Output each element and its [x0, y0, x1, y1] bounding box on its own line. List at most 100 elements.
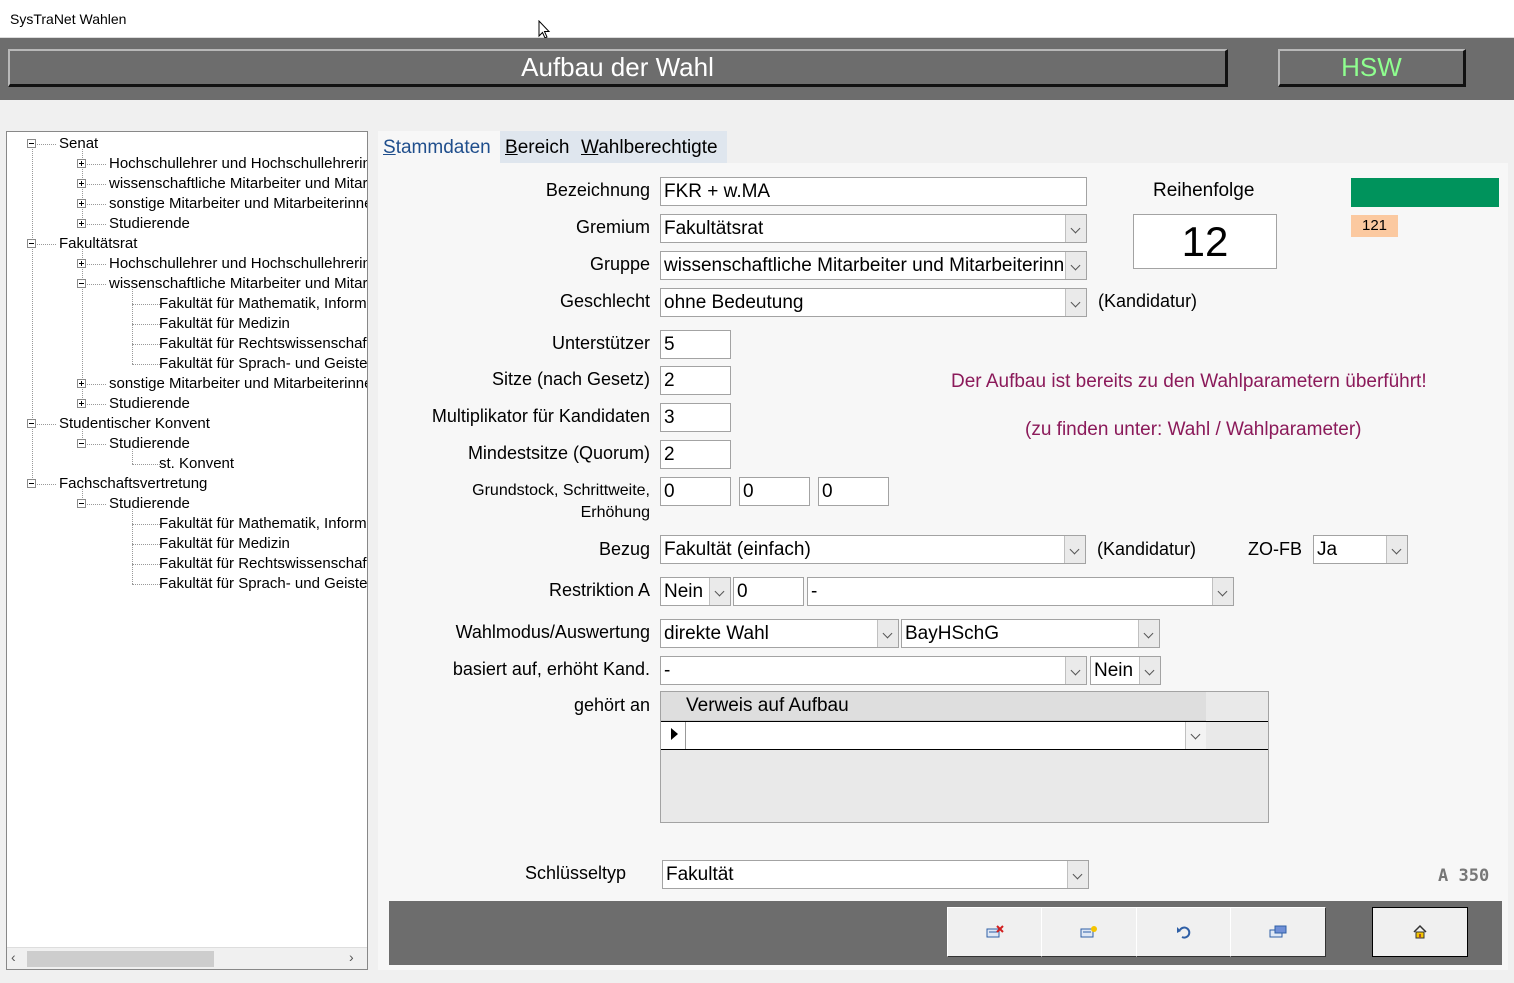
tree-expand-icon[interactable]	[77, 379, 86, 388]
new-record-button[interactable]	[1041, 907, 1137, 957]
tree-item[interactable]: Fakultät für Medizin	[159, 314, 290, 334]
tree-item[interactable]: Studierende	[109, 434, 190, 454]
chevron-down-icon[interactable]	[1386, 536, 1407, 563]
tree-item[interactable]: Fakultät für Medizin	[159, 534, 290, 554]
chevron-down-icon[interactable]	[709, 578, 730, 605]
tree-collapse-icon[interactable]	[77, 279, 86, 288]
tree-item[interactable]: Fakultät für Rechtswissenschaft	[159, 554, 367, 574]
scroll-right-icon[interactable]: ›	[349, 949, 354, 965]
chevron-down-icon[interactable]	[1065, 657, 1086, 684]
chevron-down-icon[interactable]	[1138, 620, 1159, 647]
tree-item[interactable]: Fakultät für Sprach- und Geisteswissensc…	[159, 574, 367, 594]
delete-record-button[interactable]	[947, 907, 1042, 957]
verweis-select[interactable]	[686, 722, 1206, 749]
scrollbar-thumb[interactable]	[27, 951, 214, 967]
window-titlebar: SysTraNet Wahlen	[0, 0, 1514, 39]
tree-item[interactable]: Senat	[59, 134, 98, 154]
geschlecht-select[interactable]: ohne Bedeutung	[660, 288, 1087, 317]
chevron-down-icon[interactable]	[877, 620, 898, 647]
tree-connector	[132, 364, 162, 365]
unterstuetzer-input[interactable]: 5	[660, 330, 731, 359]
tree-item[interactable]: Fachschaftsvertretung	[59, 474, 207, 494]
bezeichnung-input[interactable]: FKR + w.MA	[660, 177, 1087, 206]
tab-bereich[interactable]: Bereich	[500, 131, 576, 164]
mindestsitze-input[interactable]: 2	[660, 440, 731, 469]
status-badge: 121	[1351, 215, 1398, 237]
save-record-button[interactable]	[1230, 907, 1326, 957]
row-selector-icon[interactable]	[661, 722, 686, 749]
tree-item[interactable]: wissenschaftliche Mitarbeiter und Mitarb…	[109, 174, 367, 194]
bezeichnung-label: Bezeichnung	[545, 180, 650, 200]
tab-stammdaten[interactable]: Stammdaten	[378, 131, 500, 164]
tree-item[interactable]: Hochschullehrer und Hochschullehrerinnen	[109, 254, 367, 274]
tree-item[interactable]: wissenschaftliche Mitarbeiter und Mitarb…	[109, 274, 367, 294]
gruppe-select[interactable]: wissenschaftliche Mitarbeiter und Mitarb…	[660, 251, 1087, 280]
chevron-down-icon[interactable]	[1139, 657, 1160, 684]
tree-collapse-icon[interactable]	[77, 499, 86, 508]
chevron-down-icon[interactable]	[1185, 722, 1206, 749]
tree-horizontal-scrollbar[interactable]: ‹ ›	[7, 947, 367, 969]
multiplikator-input[interactable]: 3	[660, 403, 731, 432]
chevron-down-icon[interactable]	[1212, 578, 1233, 605]
tree-expand-icon[interactable]	[77, 179, 86, 188]
chevron-down-icon[interactable]	[1064, 536, 1085, 563]
navigation-tree[interactable]: Senat Hochschullehrer und Hochschullehrer…	[6, 131, 368, 970]
schluesseltyp-label: Schlüsseltyp	[524, 863, 626, 883]
bezug-suffix: (Kandidatur)	[1097, 539, 1197, 559]
chevron-down-icon[interactable]	[1065, 215, 1086, 242]
bezug-select[interactable]: Fakultät (einfach)	[660, 535, 1086, 564]
restriktion-select[interactable]: Nein	[660, 577, 731, 606]
tree-expand-icon[interactable]	[77, 159, 86, 168]
undo-button[interactable]	[1136, 907, 1231, 957]
erhoehung-input[interactable]: 0	[818, 477, 889, 506]
tree-item[interactable]: Fakultät für Rechtswissenschaft	[159, 334, 367, 354]
tree-item[interactable]: sonstige Mitarbeiter und Mitarbeiterinne…	[109, 194, 367, 214]
tree-item[interactable]: Fakultät für Sprach- und Geisteswissensc…	[159, 354, 367, 374]
basiert-select[interactable]: -	[660, 656, 1087, 685]
schluesseltyp-select[interactable]: Fakultät	[662, 860, 1089, 889]
tree-expand-icon[interactable]	[77, 399, 86, 408]
tree-item[interactable]: Fakultätsrat	[59, 234, 137, 254]
gremium-select[interactable]: Fakultätsrat	[660, 214, 1087, 243]
wahlmodus-select[interactable]: direkte Wahl	[660, 619, 899, 648]
tab-wahlberechtigte[interactable]: Wahlberechtigte	[576, 131, 727, 164]
delete-record-icon	[986, 925, 1004, 938]
tree-expand-icon[interactable]	[77, 259, 86, 268]
reihenfolge-value[interactable]: 12	[1133, 214, 1277, 269]
restriktion-number-input[interactable]: 0	[733, 577, 804, 606]
table-row[interactable]	[661, 721, 1268, 750]
tree-collapse-icon[interactable]	[27, 139, 36, 148]
tree-collapse-icon[interactable]	[27, 479, 36, 488]
tree-collapse-icon[interactable]	[27, 239, 36, 248]
tree-expand-icon[interactable]	[77, 219, 86, 228]
restriktion-target-select[interactable]: -	[807, 577, 1234, 606]
tree-item[interactable]: Fakultät für Mathematik, Informatik	[159, 294, 367, 314]
unterstuetzer-label: Unterstützer	[551, 333, 650, 353]
tree-expand-icon[interactable]	[77, 199, 86, 208]
auswertung-select[interactable]: BayHSchG	[901, 619, 1160, 648]
chevron-down-icon[interactable]	[1065, 289, 1086, 316]
tree-item[interactable]: Studierende	[109, 494, 190, 514]
tree-collapse-icon[interactable]	[27, 419, 36, 428]
status-color-bar	[1351, 178, 1499, 207]
schrittweite-input[interactable]: 0	[739, 477, 810, 506]
chevron-down-icon[interactable]	[1065, 252, 1086, 279]
grundstock-input[interactable]: 0	[660, 477, 731, 506]
home-button[interactable]	[1372, 907, 1468, 957]
sitze-input[interactable]: 2	[660, 366, 731, 395]
tree-item[interactable]: st. Konvent	[159, 454, 234, 474]
tree-item[interactable]: Studierende	[109, 214, 190, 234]
tree-item[interactable]: Hochschullehrer und Hochschullehrerinnen	[109, 154, 367, 174]
tree-item[interactable]: Studierende	[109, 394, 190, 414]
verweis-grid[interactable]: Verweis auf Aufbau	[660, 691, 1269, 823]
tree-item[interactable]: Studentischer Konvent	[59, 414, 210, 434]
chevron-down-icon[interactable]	[1067, 861, 1088, 888]
scroll-left-icon[interactable]: ‹	[11, 949, 16, 965]
new-record-icon	[1080, 926, 1097, 938]
zofb-select[interactable]: Ja	[1313, 535, 1408, 564]
tree-item[interactable]: sonstige Mitarbeiter und Mitarbeiterinne…	[109, 374, 367, 394]
tree-item[interactable]: Fakultät für Mathematik, Informatik	[159, 514, 367, 534]
erhoeht-select[interactable]: Nein	[1090, 656, 1161, 685]
tree-collapse-icon[interactable]	[77, 439, 86, 448]
tree-connector	[132, 289, 133, 364]
